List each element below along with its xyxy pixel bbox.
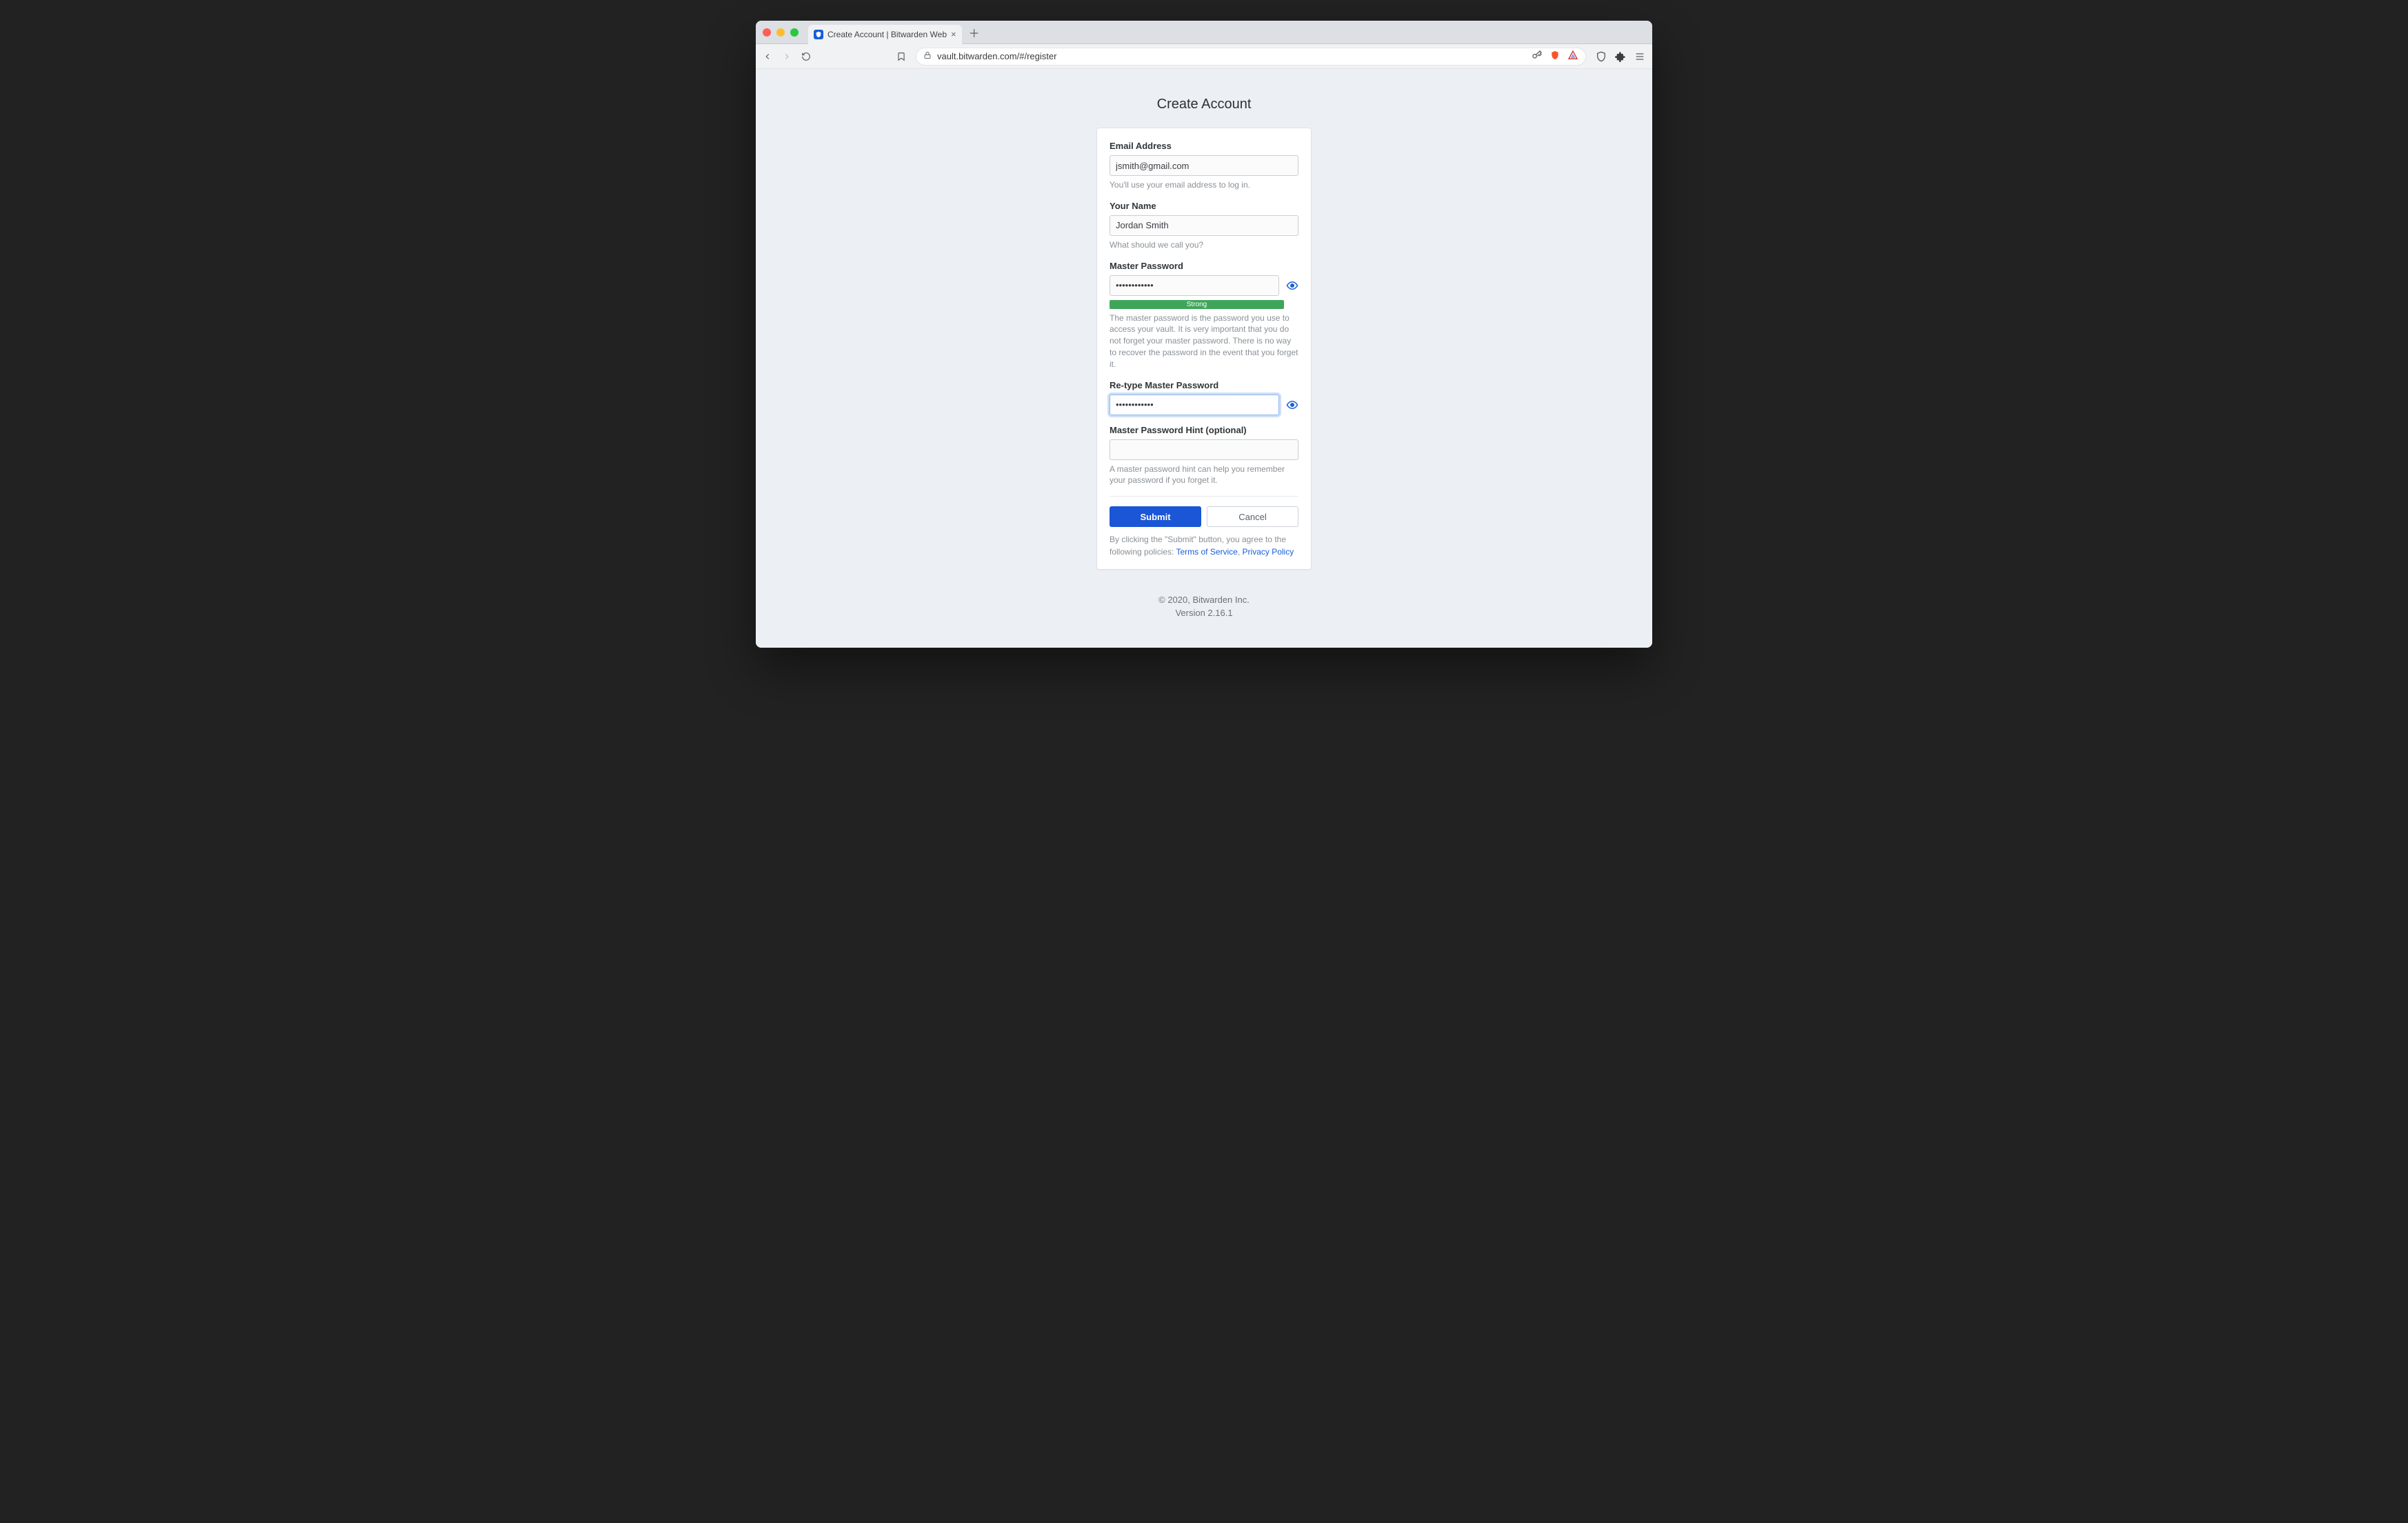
bitwarden-favicon [814,30,823,39]
reload-button[interactable] [801,52,811,61]
window-controls [763,28,799,37]
tab-title: Create Account | Bitwarden Web [827,30,947,39]
extensions-icon[interactable] [1615,51,1626,62]
name-label: Your Name [1110,201,1298,211]
master-password-field-group: Master Password Strong The master passwo… [1110,261,1298,370]
retype-password-label: Re-type Master Password [1110,380,1298,390]
maximize-window-button[interactable] [790,28,799,37]
back-button[interactable] [763,52,772,61]
new-tab-button[interactable]: ＋ [969,24,980,41]
key-icon[interactable] [1532,50,1543,63]
toggle-password-visibility-icon[interactable] [1286,279,1298,292]
master-password-hint: The master password is the password you … [1110,312,1298,370]
retype-password-field-group: Re-type Master Password [1110,380,1298,415]
close-tab-icon[interactable]: × [951,29,956,39]
terms-link[interactable]: Terms of Service [1176,547,1238,557]
password-hint-field-group: Master Password Hint (optional) A master… [1110,425,1298,487]
name-field-group: Your Name What should we call you? [1110,201,1298,251]
version-text: Version 2.16.1 [756,606,1652,620]
close-window-button[interactable] [763,28,771,37]
forward-button[interactable] [782,52,792,61]
email-field-group: Email Address You'll use your email addr… [1110,141,1298,191]
brave-shield-icon[interactable] [1549,50,1561,63]
page-footer: © 2020, Bitwarden Inc. Version 2.16.1 [756,593,1652,620]
bookmark-icon[interactable] [896,52,906,61]
master-password-input[interactable] [1110,275,1279,296]
name-input[interactable] [1110,215,1298,236]
master-password-label: Master Password [1110,261,1298,271]
agreement-sep: , [1238,547,1243,557]
page-content: Create Account Email Address You'll use … [756,69,1652,648]
email-label: Email Address [1110,141,1298,151]
email-input[interactable] [1110,155,1298,176]
address-bar[interactable]: vault.bitwarden.com/#/register [916,48,1586,66]
password-hint-input[interactable] [1110,439,1298,460]
bitwarden-extension-icon[interactable] [1596,51,1607,62]
browser-tab[interactable]: Create Account | Bitwarden Web × [808,25,962,44]
email-hint: You'll use your email address to log in. [1110,179,1298,191]
form-actions: Submit Cancel [1110,496,1298,527]
name-hint: What should we call you? [1110,239,1298,251]
toggle-retype-visibility-icon[interactable] [1286,399,1298,411]
toolbar: vault.bitwarden.com/#/register [756,44,1652,69]
page-title: Create Account [756,97,1652,112]
register-card: Email Address You'll use your email addr… [1096,128,1312,570]
minimize-window-button[interactable] [776,28,785,37]
lock-icon [923,51,932,61]
copyright-text: © 2020, Bitwarden Inc. [756,593,1652,607]
extension-area [1596,51,1645,62]
password-hint-label: Master Password Hint (optional) [1110,425,1298,435]
url-text: vault.bitwarden.com/#/register [937,51,1056,61]
submit-button[interactable]: Submit [1110,506,1201,527]
tab-strip: Create Account | Bitwarden Web × ＋ [756,21,1652,44]
menu-icon[interactable] [1634,51,1645,62]
privacy-link[interactable]: Privacy Policy [1243,547,1294,557]
cancel-button[interactable]: Cancel [1207,506,1298,527]
password-strength-bar: Strong [1110,300,1284,309]
retype-password-input[interactable] [1110,395,1279,415]
brave-rewards-icon[interactable] [1567,50,1578,63]
agreement-text: By clicking the "Submit" button, you agr… [1110,534,1298,558]
url-right-icons [1532,50,1578,63]
password-hint-help: A master password hint can help you reme… [1110,464,1298,487]
browser-window: Create Account | Bitwarden Web × ＋ vault… [756,21,1652,648]
